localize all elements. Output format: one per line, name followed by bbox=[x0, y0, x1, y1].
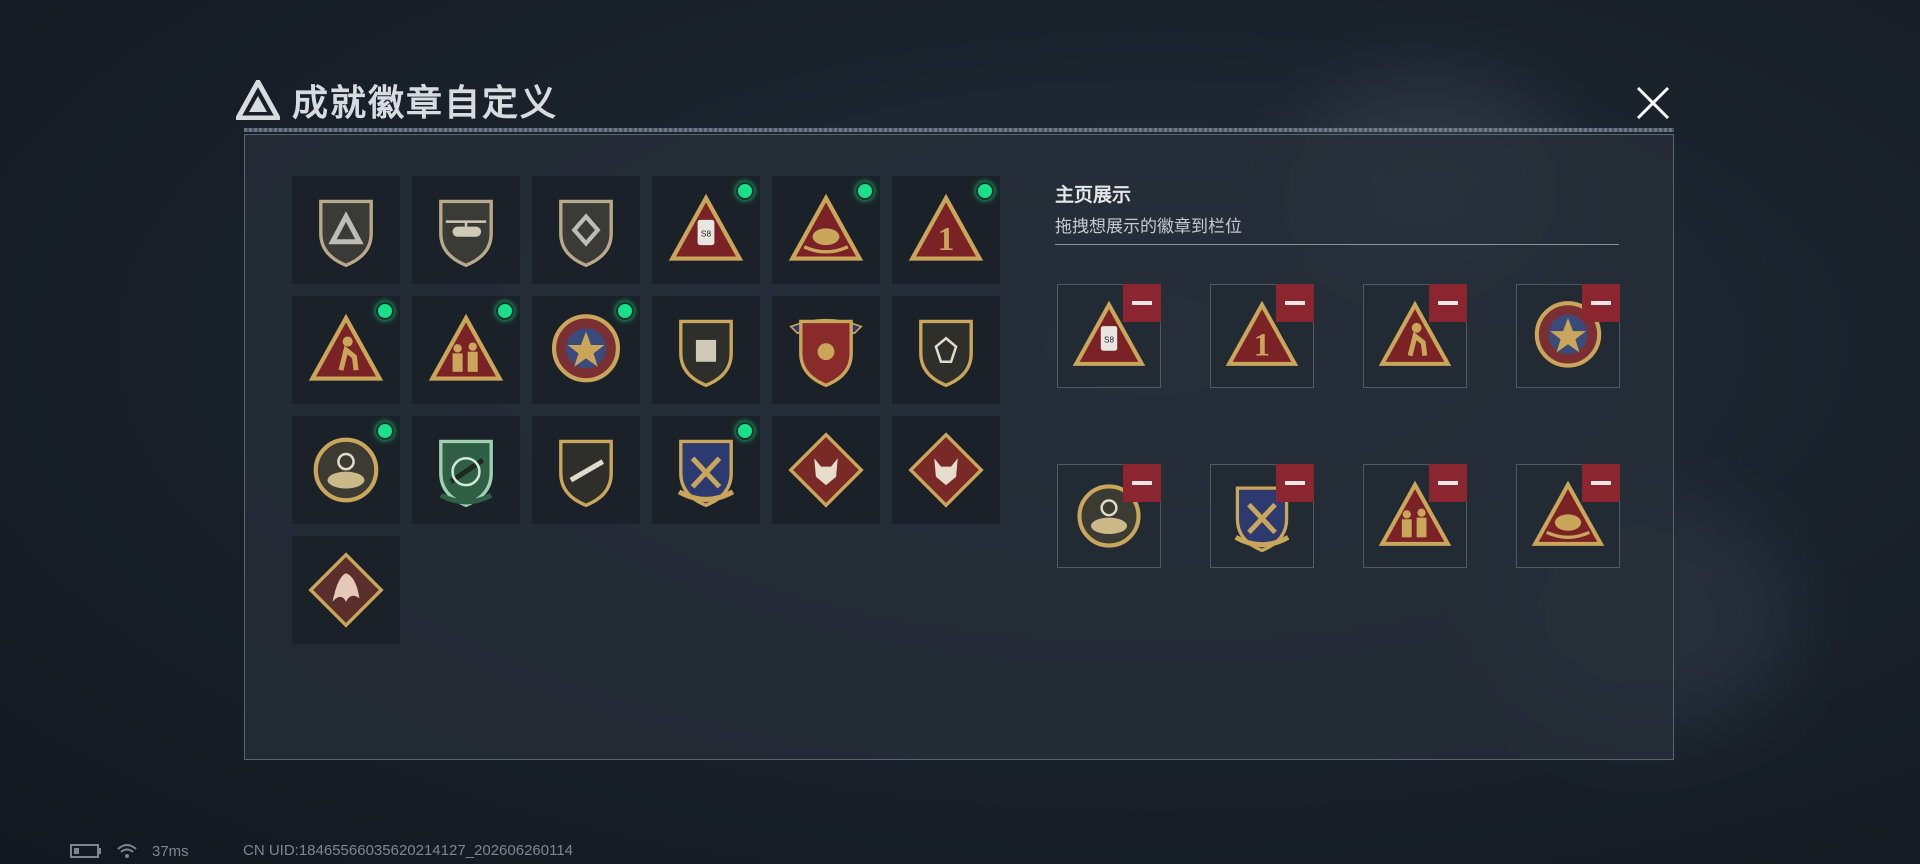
badge-slot[interactable] bbox=[652, 416, 760, 524]
showcase-slot-grid: S8 1 bbox=[1057, 284, 1620, 568]
star-medal-badge-icon bbox=[551, 314, 621, 383]
window-title-bar: 成就徽章自定义 bbox=[236, 74, 558, 126]
badge-slot[interactable] bbox=[532, 296, 640, 404]
equipped-indicator-dot bbox=[736, 422, 754, 440]
wifi-icon bbox=[117, 844, 137, 858]
helicopter-shield-badge-icon bbox=[439, 199, 493, 268]
title-divider bbox=[244, 128, 1674, 132]
equipped-indicator-dot bbox=[976, 182, 994, 200]
remove-badge-button[interactable] bbox=[1123, 464, 1161, 502]
crest-shield-badge-icon bbox=[679, 319, 733, 388]
window-title: 成就徽章自定义 bbox=[292, 82, 559, 123]
diamond-emblem-shield-badge-icon bbox=[559, 199, 613, 268]
wolf-diamond-badge-icon bbox=[788, 432, 864, 508]
remove-badge-button[interactable] bbox=[1582, 284, 1620, 322]
svg-text:1: 1 bbox=[1254, 328, 1270, 364]
showcase-slot[interactable] bbox=[1516, 284, 1620, 388]
s8-armor-triangle-badge-icon: S8 bbox=[668, 193, 744, 261]
showcase-title: 主页展示 bbox=[1055, 185, 1132, 206]
showcase-divider bbox=[1055, 244, 1619, 245]
badge-collection-grid: S8 1 bbox=[292, 176, 1000, 644]
badge-slot[interactable] bbox=[292, 296, 400, 404]
showcase-slot[interactable] bbox=[1516, 464, 1620, 568]
egg-nest-triangle-badge-icon bbox=[788, 193, 864, 261]
equipped-indicator-dot bbox=[376, 422, 394, 440]
badge-slot[interactable] bbox=[412, 176, 520, 284]
minus-icon bbox=[1285, 481, 1305, 485]
minus-icon bbox=[1438, 481, 1458, 485]
remove-badge-button[interactable] bbox=[1276, 284, 1314, 322]
rifle-shield-badge-icon bbox=[559, 439, 613, 508]
ping-value: 37ms bbox=[152, 842, 189, 860]
showcase-slot[interactable] bbox=[1363, 284, 1467, 388]
user-uid: CN UID:18465566035620214127_202606260114 bbox=[243, 842, 574, 859]
minus-icon bbox=[1591, 481, 1611, 485]
target-medallion-badge-icon bbox=[313, 437, 379, 503]
badge-slot[interactable] bbox=[532, 416, 640, 524]
status-bar: 37ms bbox=[70, 842, 189, 860]
badge-slot[interactable] bbox=[412, 416, 520, 524]
equipped-indicator-dot bbox=[496, 302, 514, 320]
badge-slot[interactable] bbox=[772, 176, 880, 284]
badge-slot[interactable] bbox=[892, 416, 1000, 524]
triangle-logo-icon bbox=[236, 80, 280, 120]
showcase-slot[interactable] bbox=[1210, 464, 1314, 568]
badge-slot[interactable] bbox=[532, 176, 640, 284]
badge-slot[interactable] bbox=[772, 296, 880, 404]
winged-stars-shield-badge-icon bbox=[789, 319, 863, 388]
badge-slot[interactable] bbox=[292, 536, 400, 644]
minus-icon bbox=[1438, 301, 1458, 305]
minus-icon bbox=[1132, 301, 1152, 305]
remove-badge-button[interactable] bbox=[1123, 284, 1161, 322]
squad-soldiers-triangle-badge-icon bbox=[428, 313, 504, 381]
showcase-slot[interactable] bbox=[1057, 464, 1161, 568]
showcase-slot[interactable]: S8 bbox=[1057, 284, 1161, 388]
remove-badge-button[interactable] bbox=[1429, 284, 1467, 322]
dragon-diamond-badge-icon bbox=[308, 552, 384, 628]
green-rifle-shield-badge-icon bbox=[439, 439, 493, 508]
badge-slot[interactable] bbox=[892, 296, 1000, 404]
badge-slot[interactable] bbox=[292, 416, 400, 524]
crossed-weapons-shield-badge-icon bbox=[677, 439, 735, 508]
gem-shield-badge-icon bbox=[919, 319, 973, 388]
badge-slot[interactable] bbox=[772, 416, 880, 524]
svg-text:1: 1 bbox=[938, 221, 955, 258]
minus-icon bbox=[1132, 481, 1152, 485]
badge-slot[interactable]: 1 bbox=[892, 176, 1000, 284]
showcase-slot[interactable]: 1 bbox=[1210, 284, 1314, 388]
badge-slot[interactable] bbox=[292, 176, 400, 284]
equipped-indicator-dot bbox=[376, 302, 394, 320]
badge-slot[interactable]: S8 bbox=[652, 176, 760, 284]
showcase-slot[interactable] bbox=[1363, 464, 1467, 568]
svg-text:S8: S8 bbox=[1104, 336, 1114, 345]
equipped-indicator-dot bbox=[736, 182, 754, 200]
close-icon[interactable] bbox=[1630, 80, 1676, 126]
equipped-indicator-dot bbox=[616, 302, 634, 320]
minus-icon bbox=[1285, 301, 1305, 305]
triangle-logo-shield-badge-icon bbox=[319, 199, 373, 268]
showcase-subtitle: 拖拽想展示的徽章到栏位 bbox=[1055, 217, 1242, 236]
running-soldier-triangle-badge-icon bbox=[308, 313, 384, 381]
number-one-triangle-badge-icon: 1 bbox=[908, 193, 984, 261]
badge-slot[interactable] bbox=[652, 296, 760, 404]
battery-icon bbox=[70, 844, 101, 858]
wolf-diamond-badge-icon bbox=[908, 432, 984, 508]
equipped-indicator-dot bbox=[856, 182, 874, 200]
remove-badge-button[interactable] bbox=[1429, 464, 1467, 502]
remove-badge-button[interactable] bbox=[1276, 464, 1314, 502]
svg-text:S8: S8 bbox=[701, 229, 712, 239]
remove-badge-button[interactable] bbox=[1582, 464, 1620, 502]
badge-slot[interactable] bbox=[412, 296, 520, 404]
minus-icon bbox=[1591, 301, 1611, 305]
